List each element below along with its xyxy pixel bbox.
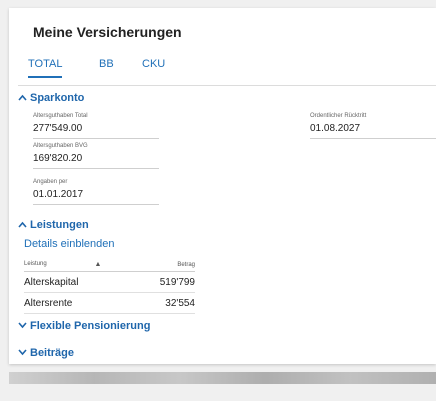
field-label: Ordentlicher Rücktritt bbox=[310, 113, 367, 119]
chevron-down-icon bbox=[18, 347, 28, 359]
row-leistung: Altersrente bbox=[24, 292, 132, 314]
section-leistungen-header[interactable]: Leistungen bbox=[18, 219, 89, 231]
page-title: Meine Versicherungen bbox=[33, 24, 182, 40]
section-flexible-header[interactable]: Flexible Pensionierung bbox=[18, 320, 150, 332]
field-label: Altersguthaben Total bbox=[33, 113, 88, 119]
column-header-betrag[interactable]: Betrag bbox=[131, 258, 195, 272]
chevron-up-icon bbox=[18, 219, 28, 231]
table-row: Altersrente 32'554 bbox=[24, 292, 195, 314]
row-betrag: 32'554 bbox=[131, 292, 195, 314]
field-value: 169'820.20 bbox=[33, 153, 159, 169]
details-einblenden-link[interactable]: Details einblenden bbox=[24, 238, 115, 250]
section-flexible-title: Flexible Pensionierung bbox=[30, 320, 151, 332]
section-beitraege-title: Beiträge bbox=[30, 347, 75, 359]
tabs-divider bbox=[18, 85, 436, 86]
field-altersguthaben-total: Altersguthaben Total 277'549.00 bbox=[33, 112, 159, 139]
row-leistung: Alterskapital bbox=[24, 271, 132, 293]
chevron-up-icon bbox=[18, 92, 28, 104]
field-value: 01.01.2017 bbox=[33, 189, 159, 205]
tab-cku[interactable]: CKU bbox=[142, 58, 165, 76]
tab-bar: TOTAL BB CKU bbox=[18, 58, 436, 86]
chevron-down-icon bbox=[18, 320, 28, 332]
sort-up-icon[interactable]: ▲ bbox=[94, 261, 101, 268]
field-altersguthaben-bvg: Altersguthaben BVG 169'820.20 bbox=[33, 142, 159, 169]
field-ordentlicher-ruecktritt: Ordentlicher Rücktritt 01.08.2027 bbox=[310, 112, 436, 139]
column-header-leistung[interactable]: Leistung ▲ bbox=[24, 258, 132, 272]
section-sparkonto-header[interactable]: Sparkonto bbox=[18, 92, 84, 104]
field-label: Altersguthaben BVG bbox=[33, 143, 88, 149]
section-sparkonto-title: Sparkonto bbox=[30, 92, 85, 104]
tab-total[interactable]: TOTAL bbox=[28, 58, 63, 78]
field-value: 01.08.2027 bbox=[310, 123, 436, 139]
field-label: Angaben per bbox=[33, 179, 68, 185]
table-row: Alterskapital 519'799 bbox=[24, 271, 195, 293]
leistungen-table: Leistung ▲ Betrag Alterskapital 519'799 … bbox=[24, 258, 195, 314]
section-beitraege-header[interactable]: Beiträge bbox=[18, 347, 74, 359]
column-header-label: Leistung bbox=[24, 261, 47, 267]
field-angaben-per: Angaben per 01.01.2017 bbox=[33, 178, 159, 205]
blurred-footer bbox=[9, 372, 436, 384]
row-betrag: 519'799 bbox=[131, 271, 195, 293]
tab-bb[interactable]: BB bbox=[99, 58, 114, 76]
section-leistungen-title: Leistungen bbox=[30, 219, 89, 231]
field-value: 277'549.00 bbox=[33, 123, 159, 139]
